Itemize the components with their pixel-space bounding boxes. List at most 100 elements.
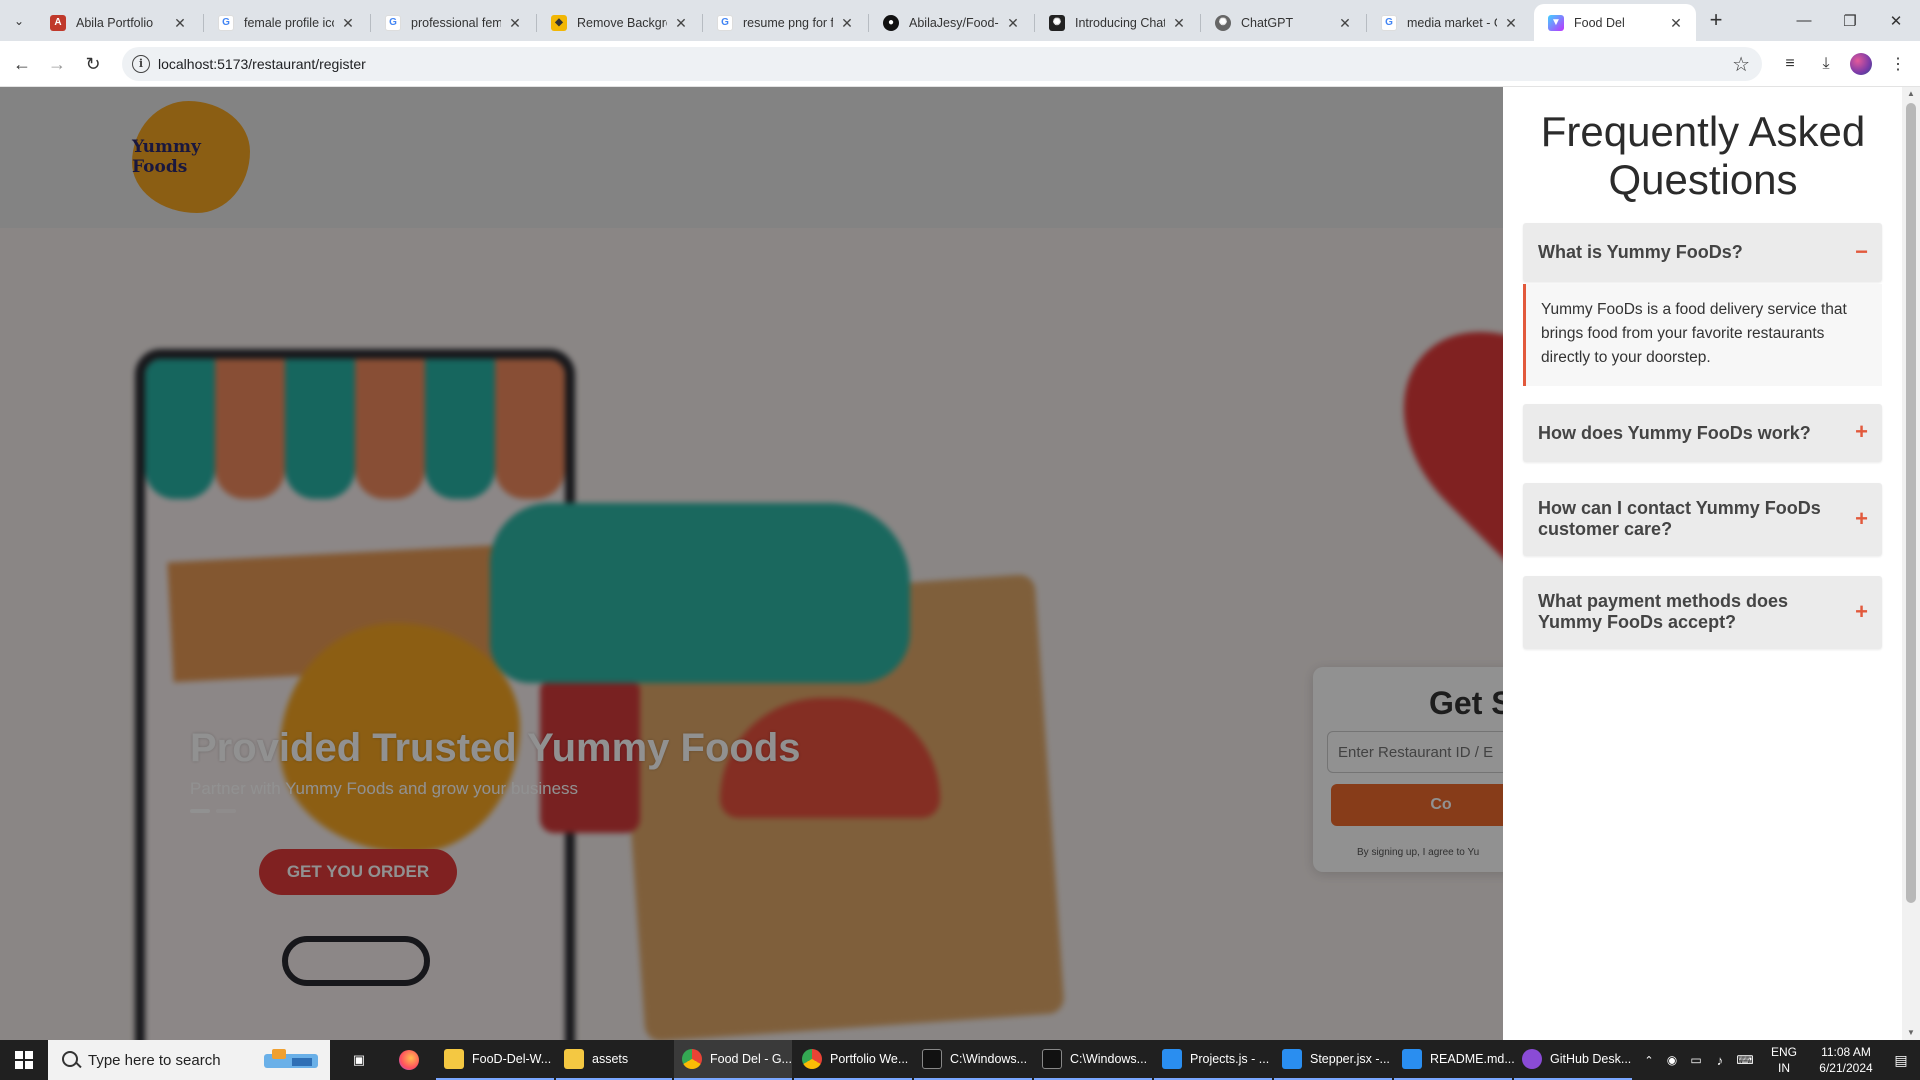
folder-icon	[444, 1049, 464, 1069]
tab-remove-background[interactable]: ◆ Remove Backgrou ✕	[537, 4, 701, 41]
tab-food-del-active[interactable]: ▼ Food Del ✕	[1534, 4, 1696, 41]
window-restore-icon[interactable]: ❐	[1827, 0, 1873, 41]
new-tab-plus-icon[interactable]: +	[1704, 9, 1728, 33]
tray-chevron-up-icon[interactable]: ⌃	[1640, 1040, 1658, 1080]
portfolio-favicon-icon: A	[50, 14, 66, 31]
tab-close-icon[interactable]: ✕	[1337, 15, 1353, 31]
taskbar-search-box[interactable]: Type here to search	[48, 1040, 330, 1080]
vite-favicon-icon: ▼	[1548, 14, 1564, 31]
keyboard-icon[interactable]: ⌨	[1734, 1040, 1756, 1080]
taskbar-app-label: README.md...	[1430, 1052, 1515, 1066]
tab-resume-png[interactable]: G resume png for fe ✕	[703, 4, 867, 41]
kebab-menu-icon[interactable]: ⋮	[1886, 52, 1910, 76]
system-clock[interactable]: 11:08 AM 6/21/2024	[1808, 1044, 1884, 1076]
faq-question-text: How can I contact Yummy FooDs customer c…	[1538, 498, 1821, 539]
taskbar-app-food-del-folder[interactable]: FooD-Del-W...	[436, 1040, 554, 1080]
taskbar-app-github-desktop[interactable]: GitHub Desk...	[1514, 1040, 1632, 1080]
faq-answer-text: Yummy FooDs is a food delivery service t…	[1541, 301, 1847, 366]
vscode-icon	[1282, 1049, 1302, 1069]
search-icon	[62, 1051, 78, 1067]
taskbar-app-chrome-portfolio[interactable]: Portfolio We...	[794, 1040, 912, 1080]
folder-icon	[564, 1049, 584, 1069]
faq-question-2[interactable]: How does Yummy FooDs work? +	[1523, 404, 1882, 462]
tab-female-profile-icon[interactable]: G female profile ico ✕	[204, 4, 368, 41]
tab-close-icon[interactable]: ✕	[172, 15, 188, 31]
media-queue-icon[interactable]: ≡	[1778, 52, 1802, 76]
taskbar-app-label: assets	[592, 1052, 629, 1066]
tab-github-food-del[interactable]: ● AbilaJesy/Food-D ✕	[869, 4, 1033, 41]
task-view-icon[interactable]: ▣	[344, 1040, 374, 1080]
faq-question-text: How does Yummy FooDs work?	[1538, 423, 1811, 443]
profile-avatar[interactable]	[1850, 53, 1872, 75]
window-close-icon[interactable]: ✕	[1873, 0, 1919, 41]
meet-now-icon[interactable]: ◉	[1662, 1040, 1682, 1080]
tab-close-icon[interactable]: ✕	[340, 15, 356, 31]
plus-icon[interactable]: +	[1855, 421, 1868, 443]
firefox-icon[interactable]	[394, 1040, 424, 1080]
taskbar-app-vscode-readme[interactable]: README.md...	[1394, 1040, 1515, 1080]
search-placeholder: Type here to search	[88, 1052, 221, 1069]
modal-backdrop[interactable]	[0, 87, 1503, 1040]
volume-icon[interactable]: ♪	[1710, 1040, 1730, 1080]
browser-tab-strip: ⌄ A Abila Portfolio ✕ G female profile i…	[0, 0, 1920, 41]
tab-label: resume png for fe	[743, 15, 833, 30]
reload-icon[interactable]: ↻	[79, 50, 107, 78]
download-icon[interactable]: ⤓	[1814, 52, 1838, 76]
windows-start-icon[interactable]	[0, 1040, 48, 1080]
faq-question-1[interactable]: What is Yummy FooDs? −	[1523, 223, 1882, 282]
clock-time: 11:08 AM	[1821, 1045, 1871, 1059]
tab-media-market[interactable]: G media market - G ✕	[1367, 4, 1531, 41]
taskbar-app-label: FooD-Del-W...	[472, 1052, 552, 1066]
language-code: ENG	[1770, 1045, 1797, 1059]
tab-close-icon[interactable]: ✕	[1503, 15, 1519, 31]
taskbar-app-assets-folder[interactable]: assets	[556, 1040, 672, 1080]
forward-arrow-icon[interactable]: →	[43, 50, 71, 78]
github-favicon-icon: ●	[883, 14, 899, 31]
taskbar-app-terminal-2[interactable]: C:\Windows...	[1034, 1040, 1152, 1080]
plus-icon[interactable]: +	[1855, 508, 1868, 530]
scrollbar-thumb[interactable]	[1906, 103, 1916, 903]
tab-close-icon[interactable]: ✕	[1171, 15, 1187, 31]
notification-icon[interactable]: ▤	[1886, 1040, 1916, 1080]
taskbar-app-label: Portfolio We...	[830, 1052, 909, 1066]
scroll-up-arrow-icon[interactable]: ▲	[1902, 87, 1920, 101]
tab-abila-portfolio[interactable]: A Abila Portfolio ✕	[36, 4, 200, 41]
address-bar[interactable]: i localhost:5173/restaurant/register ☆	[122, 47, 1762, 81]
tab-label: ChatGPT	[1241, 15, 1294, 30]
language-indicator[interactable]: ENG IN	[1762, 1044, 1806, 1076]
taskbar-app-label: C:\Windows...	[1070, 1052, 1148, 1066]
tab-introducing-chatgpt[interactable]: ✺ Introducing ChatG ✕	[1035, 4, 1199, 41]
taskbar-app-terminal-1[interactable]: C:\Windows...	[914, 1040, 1032, 1080]
faq-question-text: What payment methods does Yummy FooDs ac…	[1538, 591, 1789, 632]
tab-close-icon[interactable]: ✕	[673, 15, 689, 31]
minus-icon[interactable]: −	[1855, 241, 1868, 263]
tab-close-icon[interactable]: ✕	[1668, 15, 1684, 31]
tab-close-icon[interactable]: ✕	[507, 15, 523, 31]
site-info-icon[interactable]: i	[132, 55, 150, 73]
tab-search-chevron-icon[interactable]: ⌄	[6, 9, 32, 33]
tab-label: female profile ico	[244, 15, 334, 30]
tab-close-icon[interactable]: ✕	[839, 15, 855, 31]
page-scrollbar[interactable]: ▲ ▼	[1902, 87, 1920, 1040]
taskbar-app-vscode-stepper[interactable]: Stepper.jsx -...	[1274, 1040, 1392, 1080]
terminal-icon	[922, 1049, 942, 1069]
chatgpt-favicon-icon: ✺	[1215, 14, 1231, 31]
tab-close-icon[interactable]: ✕	[1005, 15, 1021, 31]
faq-question-4[interactable]: What payment methods does Yummy FooDs ac…	[1523, 576, 1882, 649]
plus-icon[interactable]: +	[1855, 601, 1868, 623]
window-minimize-icon[interactable]: —	[1781, 0, 1827, 41]
taskbar-app-vscode-projects[interactable]: Projects.js - ...	[1154, 1040, 1272, 1080]
back-arrow-icon[interactable]: ←	[8, 50, 36, 78]
address-url[interactable]: localhost:5173/restaurant/register	[158, 56, 366, 72]
bookmark-star-icon[interactable]: ☆	[1732, 52, 1750, 77]
restaurant-register-page: Yummy Foods Provided Trusted Yummy Foods…	[0, 87, 1503, 1040]
tab-label: Introducing ChatG	[1075, 15, 1165, 30]
tab-professional-female[interactable]: G professional fema ✕	[371, 4, 535, 41]
scroll-down-arrow-icon[interactable]: ▼	[1902, 1026, 1920, 1040]
taskbar-app-chrome-food-del[interactable]: Food Del - G...	[674, 1040, 792, 1080]
network-icon[interactable]: ▭	[1686, 1040, 1706, 1080]
tab-chatgpt[interactable]: ✺ ChatGPT ✕	[1201, 4, 1365, 41]
tab-label: Remove Backgrou	[577, 15, 667, 30]
faq-title: Frequently Asked Questions	[1540, 108, 1866, 203]
faq-question-3[interactable]: How can I contact Yummy FooDs customer c…	[1523, 483, 1882, 556]
